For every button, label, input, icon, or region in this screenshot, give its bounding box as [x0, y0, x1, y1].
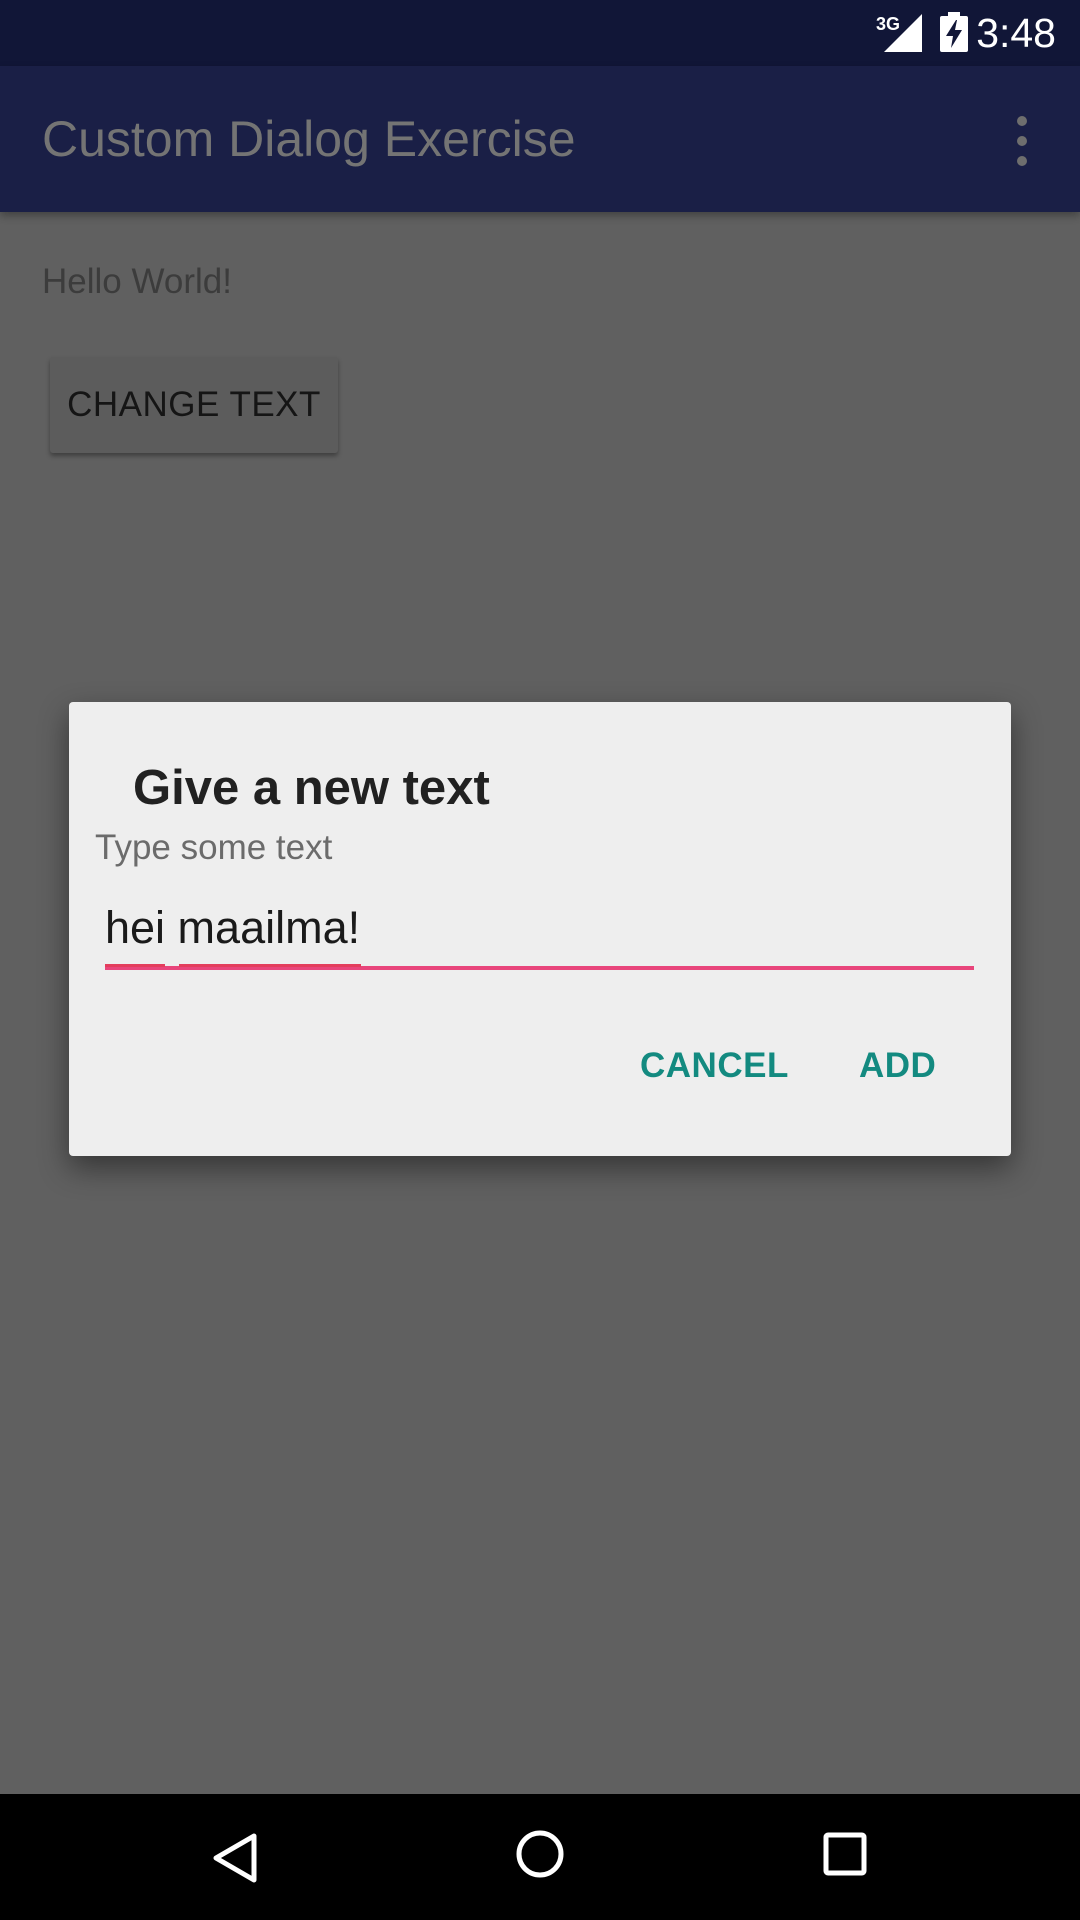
app-title: Custom Dialog Exercise [42, 111, 576, 167]
add-button[interactable]: ADD [859, 1044, 936, 1088]
hello-text: Hello World! [42, 262, 232, 301]
home-icon[interactable] [515, 1829, 565, 1879]
signal-icon [884, 14, 922, 52]
dialog-hint: Type some text [95, 828, 333, 867]
status-bar: 3G 3:48 [0, 0, 1080, 66]
more-vert-icon[interactable] [1010, 116, 1034, 166]
dialog-title: Give a new text [133, 761, 490, 815]
spellcheck-underline [105, 964, 165, 967]
recents-icon[interactable] [823, 1832, 867, 1876]
status-time: 3:48 [976, 10, 1056, 56]
cancel-button[interactable]: CANCEL [640, 1044, 789, 1088]
back-icon[interactable] [210, 1832, 258, 1884]
dialog: Give a new text Type some text hei maail… [69, 702, 1011, 1156]
spellcheck-underline [179, 964, 361, 967]
change-text-button[interactable]: CHANGE TEXT [50, 357, 338, 453]
app-bar: Custom Dialog Exercise [0, 66, 1080, 212]
text-input[interactable]: hei maailma! [105, 900, 974, 956]
navigation-bar [0, 1794, 1080, 1920]
battery-charging-icon [940, 12, 968, 52]
